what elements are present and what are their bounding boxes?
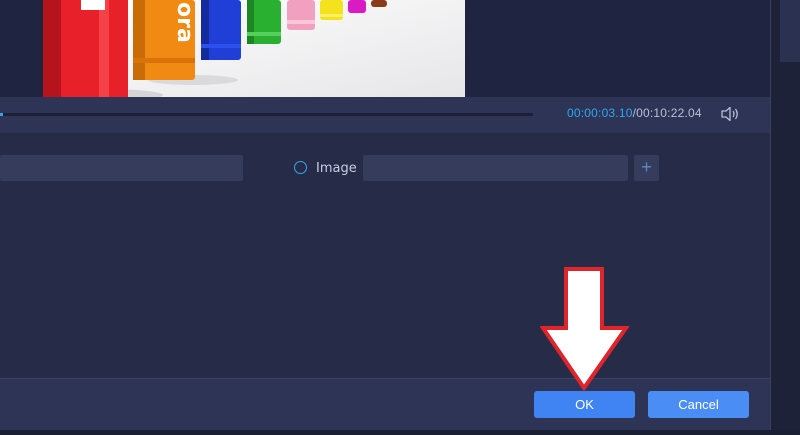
total-time: 00:10:22.04 bbox=[636, 106, 702, 120]
timeline-bar: 00:00:03.10/00:10:22.04 bbox=[0, 97, 770, 133]
time-readout: 00:00:03.10/00:10:22.04 bbox=[567, 106, 702, 120]
playback-progress-track[interactable] bbox=[0, 113, 533, 116]
watermark-settings: Image + bbox=[0, 133, 770, 378]
video-preview-area: ora bbox=[0, 0, 770, 97]
playback-progress-fill bbox=[0, 113, 3, 116]
window-bottom-edge bbox=[0, 430, 800, 435]
preview-label: ora bbox=[172, 2, 197, 43]
dialog-footer: OK Cancel bbox=[0, 378, 770, 431]
watermark-text-input[interactable] bbox=[0, 155, 243, 181]
ok-button[interactable]: OK bbox=[534, 391, 635, 418]
crayon-tubes-illustration: ora bbox=[43, 0, 465, 97]
down-arrow-icon bbox=[540, 267, 630, 392]
right-panel-header bbox=[780, 0, 800, 62]
add-image-button[interactable]: + bbox=[634, 155, 659, 181]
cancel-button[interactable]: Cancel bbox=[648, 391, 749, 418]
image-radio-button[interactable] bbox=[294, 161, 307, 174]
plus-icon: + bbox=[641, 157, 652, 177]
preview-image: ora bbox=[43, 0, 465, 97]
image-path-input[interactable] bbox=[363, 155, 628, 181]
right-panel-strip bbox=[770, 0, 800, 435]
image-label: Image bbox=[316, 161, 357, 176]
panel-divider bbox=[770, 0, 771, 435]
volume-icon[interactable] bbox=[720, 106, 740, 122]
current-time: 00:00:03.10 bbox=[567, 106, 633, 120]
